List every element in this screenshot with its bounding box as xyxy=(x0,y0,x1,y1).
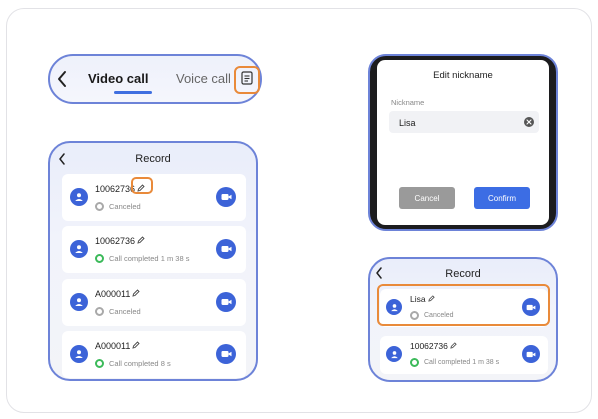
record-name-text: 10062736 xyxy=(95,236,136,246)
completed-status-icon xyxy=(410,358,419,367)
video-camera-icon xyxy=(221,293,232,311)
edit-nickname-screen: Edit nickname Nickname Lisa Cancel Confi… xyxy=(368,54,558,231)
active-tab-indicator xyxy=(114,91,152,94)
record-list-icon xyxy=(241,70,253,90)
record-name-text: 10062736 xyxy=(95,184,136,194)
video-camera-icon xyxy=(221,345,232,363)
record-status: Canceled xyxy=(95,307,141,316)
user-avatar-icon xyxy=(386,346,402,362)
video-camera-icon xyxy=(221,240,232,258)
video-call-button[interactable] xyxy=(216,239,236,259)
record-status: Call completed 1 m 38 s xyxy=(410,358,499,367)
video-camera-icon xyxy=(221,188,232,206)
edit-pencil-icon[interactable] xyxy=(450,341,457,351)
record-status-text: Canceled xyxy=(109,307,141,316)
tab-voice-call[interactable]: Voice call xyxy=(176,71,231,86)
record-name: 10062736 xyxy=(410,341,457,351)
record-title: Record xyxy=(135,153,171,165)
record-name-text: 10062736 xyxy=(410,341,448,351)
record-name: 10062736 xyxy=(95,236,145,246)
record-status: Canceled xyxy=(95,202,141,211)
record-name-text: A000011 xyxy=(95,341,131,351)
video-call-button[interactable] xyxy=(216,292,236,312)
record-status-text: Call completed 8 s xyxy=(109,359,171,368)
canceled-status-icon xyxy=(95,307,104,316)
record-status-text: Call completed 1 m 38 s xyxy=(109,254,190,263)
tab-video-call[interactable]: Video call xyxy=(88,71,148,86)
edit-nickname-dialog: Edit nickname Nickname Lisa Cancel Confi… xyxy=(377,60,549,225)
video-camera-icon xyxy=(526,345,536,363)
edit-pencil-icon[interactable] xyxy=(132,289,141,299)
record-title: Record xyxy=(445,268,481,280)
confirm-button[interactable]: Confirm xyxy=(474,187,530,209)
nickname-label: Nickname xyxy=(391,98,425,107)
nickname-input-value: Lisa xyxy=(399,118,416,128)
record-name-text: A000011 xyxy=(95,289,131,299)
user-avatar-icon xyxy=(70,293,88,311)
renamed-record-highlight xyxy=(377,284,550,326)
call-type-tabbar: Video call Voice call xyxy=(48,54,262,104)
user-avatar-icon xyxy=(70,188,88,206)
call-record-button[interactable] xyxy=(234,66,260,94)
record-item[interactable]: 10062736 Canceled xyxy=(62,174,246,221)
record-status-text: Call completed 1 m 38 s xyxy=(424,359,500,366)
video-call-button[interactable] xyxy=(216,344,236,364)
record-name: A000011 xyxy=(95,289,141,299)
record-status-text: Canceled xyxy=(109,202,141,211)
edit-pencil-icon[interactable] xyxy=(132,341,141,351)
record-name: A000011 xyxy=(95,341,141,351)
record-item[interactable]: A000011 Canceled xyxy=(62,279,246,326)
record-item[interactable]: 10062736 Call completed 1 m 38 s xyxy=(380,336,548,374)
dialog-title: Edit nickname xyxy=(433,70,493,81)
record-panel-left: Record 10062736 Canceled 10062736 Call c… xyxy=(48,141,258,381)
clear-input-icon[interactable] xyxy=(524,117,534,127)
user-avatar-icon xyxy=(70,345,88,363)
canceled-status-icon xyxy=(95,202,104,211)
completed-status-icon xyxy=(95,254,104,263)
completed-status-icon xyxy=(95,359,104,368)
record-item[interactable]: 10062736 Call completed 1 m 38 s xyxy=(62,226,246,273)
edit-icon-highlight xyxy=(131,177,153,194)
edit-pencil-icon[interactable] xyxy=(137,236,145,246)
cancel-button[interactable]: Cancel xyxy=(399,187,455,209)
record-item[interactable]: A000011 Call completed 8 s xyxy=(62,331,246,378)
video-call-button[interactable] xyxy=(522,345,540,363)
back-arrow-icon[interactable] xyxy=(56,70,68,93)
video-call-button[interactable] xyxy=(216,187,236,207)
record-status: Call completed 1 m 38 s xyxy=(95,254,189,263)
user-avatar-icon xyxy=(70,240,88,258)
record-status: Call completed 8 s xyxy=(95,359,171,368)
